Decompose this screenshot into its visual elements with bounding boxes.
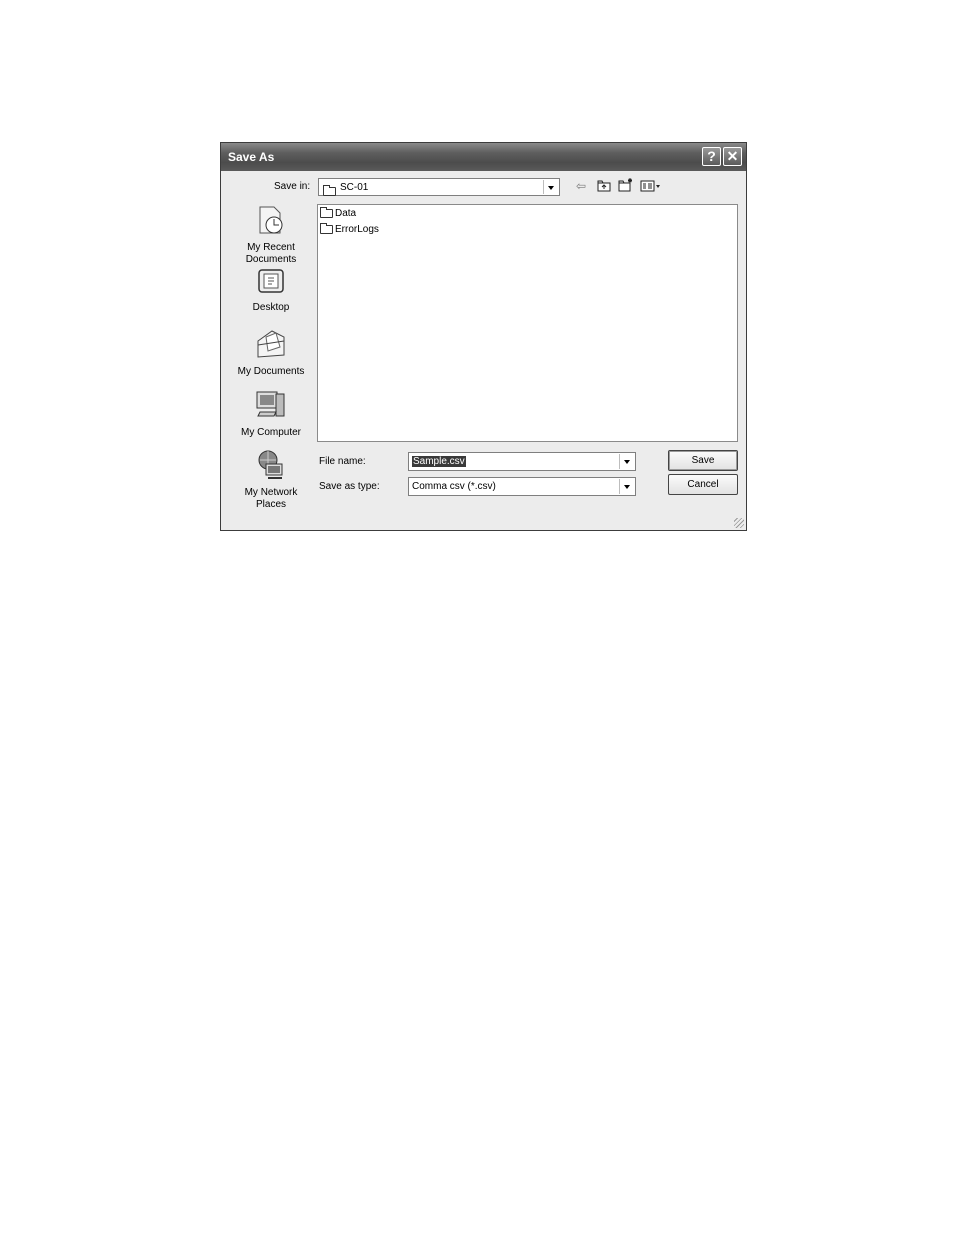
save-in-dropdown[interactable]: SC-01 xyxy=(318,178,560,197)
title-bar[interactable]: Save As ? ✕ xyxy=(221,143,746,171)
resize-grip-icon[interactable] xyxy=(734,518,744,528)
dialog-title: Save As xyxy=(228,150,275,164)
places-my-documents[interactable]: My Documents xyxy=(231,327,311,378)
close-button[interactable]: ✕ xyxy=(723,147,742,166)
places-my-computer[interactable]: My Computer xyxy=(231,388,311,439)
recent-documents-icon xyxy=(254,206,288,241)
places-network[interactable]: My Network Places xyxy=(231,448,311,511)
places-label: My Documents xyxy=(237,366,305,377)
new-folder-icon[interactable] xyxy=(618,178,634,194)
file-name-label: File name: xyxy=(319,456,366,467)
save-as-dialog: Save As ? ✕ Save in: SC-01 ⇦ My Recent D… xyxy=(220,142,747,531)
chevron-down-icon[interactable] xyxy=(619,454,634,469)
chevron-down-icon[interactable] xyxy=(543,180,558,194)
save-in-value: SC-01 xyxy=(340,182,369,193)
list-item[interactable]: ErrorLogs xyxy=(320,222,379,235)
back-icon[interactable]: ⇦ xyxy=(576,180,586,192)
file-name: ErrorLogs xyxy=(335,224,379,235)
my-documents-icon xyxy=(254,330,288,365)
folder-icon xyxy=(320,206,333,218)
save-as-type-label: Save as type: xyxy=(319,481,380,492)
file-list[interactable]: Data ErrorLogs xyxy=(317,204,738,442)
view-menu-icon[interactable] xyxy=(640,180,662,194)
places-desktop[interactable]: Desktop xyxy=(231,267,311,314)
save-button[interactable]: Save xyxy=(668,450,738,471)
help-button[interactable]: ? xyxy=(702,147,721,166)
places-label: My Computer xyxy=(240,427,301,438)
folder-icon xyxy=(320,222,333,234)
up-folder-icon[interactable] xyxy=(597,180,611,194)
save-in-label: Save in: xyxy=(274,181,311,192)
desktop-icon xyxy=(254,269,288,301)
file-name-value: Sample.csv xyxy=(412,456,466,467)
places-label: My Network Places xyxy=(244,487,298,510)
places-label: Desktop xyxy=(252,302,290,313)
save-as-type-value: Comma csv (*.csv) xyxy=(412,481,496,492)
save-as-type-dropdown[interactable]: Comma csv (*.csv) xyxy=(408,477,636,496)
my-computer-icon xyxy=(254,391,288,426)
cancel-button[interactable]: Cancel xyxy=(668,474,738,495)
places-label: My Recent Documents xyxy=(245,242,297,265)
list-item[interactable]: Data xyxy=(320,206,357,219)
file-name-input[interactable]: Sample.csv xyxy=(408,452,636,471)
chevron-down-icon[interactable] xyxy=(619,479,634,494)
file-name: Data xyxy=(335,208,357,219)
network-places-icon xyxy=(254,450,288,486)
places-recent-documents[interactable]: My Recent Documents xyxy=(231,205,311,266)
folder-icon xyxy=(323,183,336,201)
